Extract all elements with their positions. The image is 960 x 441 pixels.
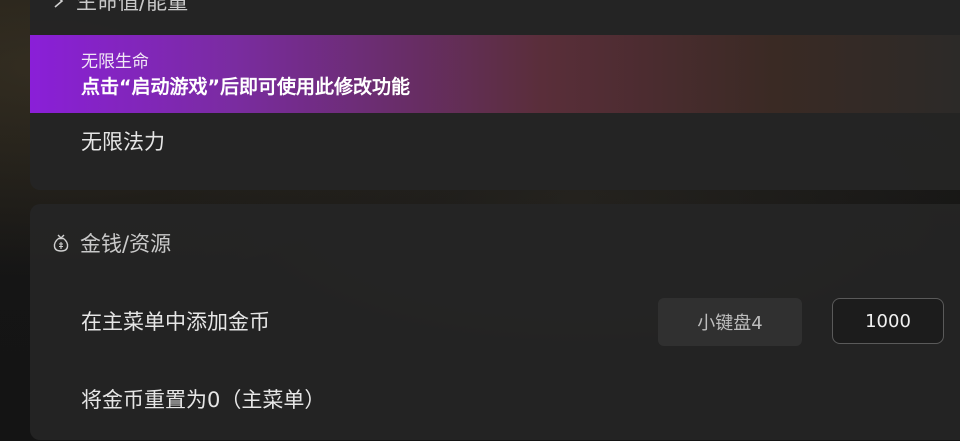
money-resources-card: 金钱/资源 在主菜单中添加金币 小键盘4 将金币重置为0（主菜单） (30, 204, 960, 440)
infinite-mana-label: 无限法力 (81, 130, 165, 154)
heart-icon (54, 0, 64, 8)
hotkey-button[interactable]: 小键盘4 (658, 298, 802, 346)
money-section-title: 金钱/资源 (80, 232, 172, 256)
reset-gold-label: 将金币重置为0（主菜单） (81, 388, 326, 412)
money-bag-icon (53, 234, 69, 252)
cheat-row-infinite-life[interactable]: 无限生命 点击“启动游戏”后即可使用此修改功能 (30, 35, 960, 113)
health-energy-card: 生命值/能量 无限生命 点击“启动游戏”后即可使用此修改功能 无限法力 (30, 0, 960, 190)
infinite-life-hint: 点击“启动游戏”后即可使用此修改功能 (81, 76, 410, 98)
health-section-header[interactable]: 生命值/能量 (52, 0, 188, 16)
money-section-header[interactable]: 金钱/资源 (52, 228, 171, 258)
cheat-row-add-gold[interactable]: 在主菜单中添加金币 小键盘4 (30, 298, 960, 346)
add-gold-label: 在主菜单中添加金币 (81, 310, 270, 334)
gold-amount-input[interactable] (832, 298, 944, 344)
infinite-life-label: 无限生命 (81, 52, 149, 72)
cheat-row-reset-gold[interactable]: 将金币重置为0（主菜单） (30, 382, 960, 430)
health-section-title: 生命值/能量 (76, 0, 189, 14)
cheat-row-infinite-mana[interactable]: 无限法力 (30, 124, 960, 180)
